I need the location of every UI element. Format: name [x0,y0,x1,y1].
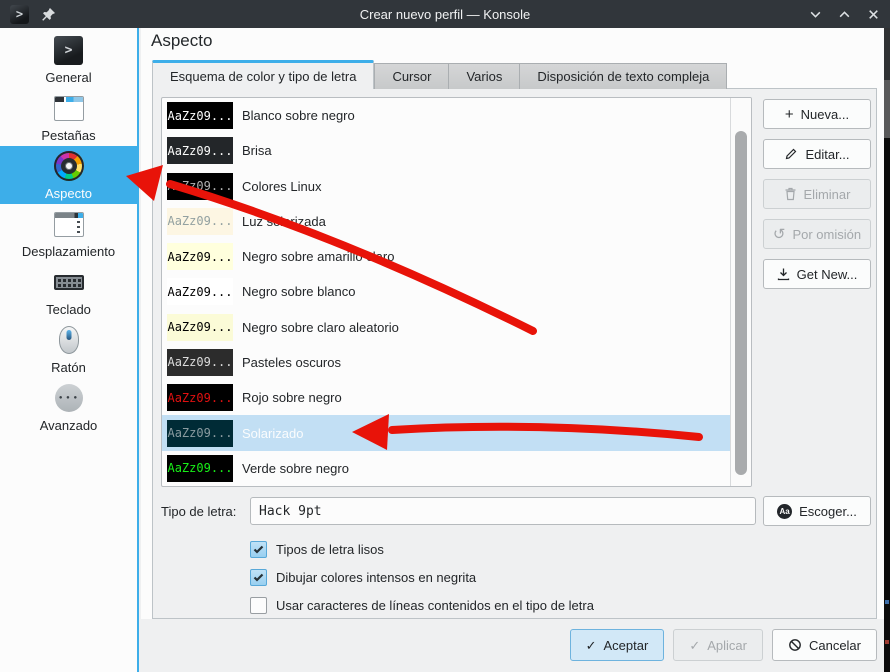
pin-icon[interactable] [41,7,56,22]
close-icon[interactable] [867,8,880,21]
mouse-icon [59,326,79,354]
color-scheme-list: AaZz09... Blanco sobre negro AaZz09... B… [161,97,752,487]
scheme-row-verde-sobre-negro[interactable]: AaZz09... Verde sobre negro [162,451,731,486]
plus-icon: + [785,107,794,122]
konsole-app-icon: > [10,5,29,24]
scheme-row-negro-sobre-blanco[interactable]: AaZz09... Negro sobre blanco [162,274,731,309]
tabs-icon [54,96,84,121]
trash-icon [784,187,797,201]
scheme-row-blanco-sobre-negro[interactable]: AaZz09... Blanco sobre negro [162,98,731,133]
check-icon: ✓ [689,639,700,652]
delete-scheme-button[interactable]: Eliminar [763,179,871,209]
tab-panel: AaZz09... Blanco sobre negro AaZz09... B… [152,88,877,619]
scheme-preview: AaZz09... [167,384,233,411]
tab-bar: Esquema de color y tipo de letra Cursor … [152,61,727,89]
new-scheme-button[interactable]: + Nueva... [763,99,871,129]
check-icon: ✓ [586,639,597,652]
sidebar-item-pestanas[interactable]: Pestañas [0,88,137,146]
scheme-row-colores-linux[interactable]: AaZz09... Colores Linux [162,169,731,204]
scheme-preview: AaZz09... [167,420,233,447]
checkbox-unchecked-icon[interactable] [250,597,267,614]
undo-icon: ↺ [773,227,786,242]
scheme-preview: AaZz09... [167,102,233,129]
terminal-icon: > [54,36,83,65]
scheme-preview: AaZz09... [167,173,233,200]
scrollbar-thumb[interactable] [735,131,747,475]
font-badge-icon: Aa [777,504,792,519]
scheme-preview: AaZz09... [167,137,233,164]
tab-cursor[interactable]: Cursor [374,63,449,89]
scheme-row-luz-solarizada[interactable]: AaZz09... Luz solarizada [162,204,731,239]
sidebar-item-avanzado[interactable]: Avanzado [0,378,137,436]
scheme-row-solarizado[interactable]: AaZz09... Solarizado [162,415,731,450]
download-icon [777,267,790,281]
tab-varios[interactable]: Varios [449,63,520,89]
window-title: Crear nuevo perfil — Konsole [0,7,890,22]
pencil-icon [784,147,798,161]
page-title: Aspecto [151,31,212,51]
get-new-schemes-button[interactable]: Get New... [763,259,871,289]
checkbox-row-bold-intense[interactable]: Dibujar colores intensos en negrita [250,567,476,587]
scheme-row-pasteles-oscuros[interactable]: AaZz09... Pasteles oscuros [162,345,731,380]
scheme-row-negro-sobre-amarillo[interactable]: AaZz09... Negro sobre amarillo claro [162,239,731,274]
keyboard-icon [54,275,84,290]
scheme-row-negro-sobre-claro[interactable]: AaZz09... Negro sobre claro aleatorio [162,310,731,345]
sidebar-item-general[interactable]: > General [0,30,137,88]
sidebar-item-aspecto[interactable]: Aspecto [0,146,137,204]
sidebar-item-label: Aspecto [45,186,92,201]
sidebar-item-label: Avanzado [40,418,98,433]
cancel-button[interactable]: Cancelar [772,629,877,661]
scheme-preview: AaZz09... [167,243,233,270]
sidebar-item-raton[interactable]: Ratón [0,320,137,378]
tab-esquema-color[interactable]: Esquema de color y tipo de letra [152,60,374,89]
apply-button[interactable]: ✓ Aplicar [673,629,763,661]
scheme-row-brisa[interactable]: AaZz09... Brisa [162,133,731,168]
scheme-preview: AaZz09... [167,208,233,235]
accept-button[interactable]: ✓ Aceptar [570,629,665,661]
choose-font-button[interactable]: Aa Escoger... [763,496,871,526]
content-area: Aspecto Esquema de color y tipo de letra… [141,28,884,672]
maximize-icon[interactable] [838,8,851,21]
sidebar-item-desplazamiento[interactable]: Desplazamiento [0,204,137,262]
scheme-row-rojo-sobre-negro[interactable]: AaZz09... Rojo sobre negro [162,380,731,415]
scrollbar-icon [54,212,84,237]
scheme-preview: AaZz09... [167,314,233,341]
sidebar-item-label: General [45,70,91,85]
minimize-icon[interactable] [809,8,822,21]
checkbox-checked-icon[interactable] [250,541,267,558]
checkbox-checked-icon[interactable] [250,569,267,586]
scheme-preview: AaZz09... [167,455,233,482]
sidebar-item-label: Ratón [51,360,86,375]
color-wheel-icon [54,151,84,181]
checkbox-row-antialias[interactable]: Tipos de letra lisos [250,539,384,559]
sidebar-item-label: Pestañas [41,128,95,143]
cancel-icon [788,638,802,652]
settings-sidebar: > General Pestañas Aspecto Desplazamient… [0,28,139,672]
list-scrollbar[interactable] [730,98,751,486]
font-label: Tipo de letra: [161,504,236,519]
checkbox-row-line-chars[interactable]: Usar caracteres de líneas contenidos en … [250,595,594,615]
terminal-prompt-glyph: > [16,7,23,21]
font-input[interactable] [250,497,756,525]
sidebar-item-label: Desplazamiento [22,244,115,259]
scheme-preview: AaZz09... [167,349,233,376]
tab-disposicion[interactable]: Disposición de texto compleja [520,63,727,89]
edit-scheme-button[interactable]: Editar... [763,139,871,169]
background-window-sliver [884,28,890,672]
ellipsis-icon [55,384,83,412]
reset-default-button[interactable]: ↺ Por omisión [763,219,871,249]
sidebar-item-teclado[interactable]: Teclado [0,262,137,320]
dialog-button-row: ✓ Aceptar ✓ Aplicar Cancelar [570,629,877,661]
sidebar-item-label: Teclado [46,302,91,317]
scheme-preview: AaZz09... [167,278,233,305]
titlebar: > Crear nuevo perfil — Konsole [0,0,890,28]
